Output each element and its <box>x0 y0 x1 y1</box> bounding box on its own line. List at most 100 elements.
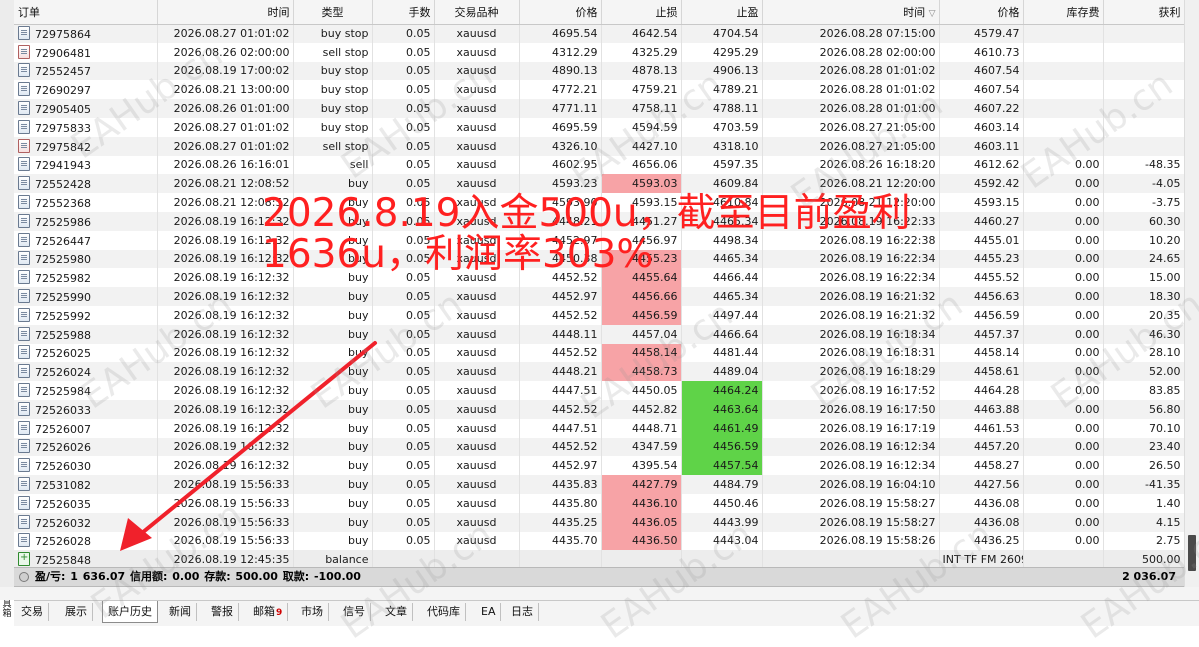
tab-0[interactable]: 交易 <box>16 603 49 621</box>
tab-5[interactable]: 邮箱9 <box>248 603 289 621</box>
table-row[interactable]: 72525984 2026.08.19 16:12:32 buy 0.05 xauusd… <box>14 381 1185 400</box>
cell-symbol: xauusd <box>434 493 520 513</box>
col-open-price-header[interactable]: 价格 <box>519 0 602 25</box>
table-row[interactable]: 72975842 2026.08.27 01:01:02 sell stop 0.05… <box>14 136 1185 156</box>
tab-3[interactable]: 新闻 <box>164 603 197 621</box>
cell-close-time: 2026.08.19 16:12:34 <box>762 456 940 476</box>
table-row[interactable]: 72531082 2026.08.19 15:56:33 buy 0.05 xauusd… <box>14 475 1185 494</box>
col-take-profit-header[interactable]: 止盈 <box>681 0 763 25</box>
cell-profit <box>1103 99 1185 118</box>
vertical-scrollbar[interactable] <box>1184 0 1199 587</box>
tab-1[interactable]: 展示 <box>60 603 93 621</box>
toolbox-strip[interactable]: 工具箱 <box>0 0 15 619</box>
order-number: 72525990 <box>35 291 91 305</box>
cell-swap: 0.00 <box>1023 531 1104 551</box>
table-row[interactable]: 72526028 2026.08.19 15:56:33 buy 0.05 xauusd… <box>14 531 1185 551</box>
cell-open-price: 4452.97 <box>519 287 602 306</box>
tab-11[interactable]: 日志 <box>506 603 539 621</box>
cell-close-price: 4436.08 <box>939 512 1024 532</box>
table-row[interactable]: 72525980 2026.08.19 16:12:32 buy 0.05 xauusd… <box>14 249 1185 269</box>
order-doc-icon <box>18 232 30 247</box>
scrollbar-thumb[interactable] <box>1188 535 1196 571</box>
tab-9[interactable]: 代码库 <box>422 603 466 621</box>
cell-order: 72525986 <box>14 211 158 231</box>
col-order-header[interactable]: 订单 <box>14 0 158 25</box>
cell-profit: 23.40 <box>1103 437 1185 457</box>
cell-open-time: 2026.08.19 16:12:32 <box>157 287 294 306</box>
order-doc-icon <box>18 26 30 41</box>
tab-4[interactable]: 警报 <box>206 603 239 621</box>
cell-stop-loss: 4427.10 <box>601 136 682 156</box>
table-row[interactable]: 72525986 2026.08.19 16:12:32 buy 0.05 xauusd… <box>14 211 1185 231</box>
cell-volume: 0.05 <box>372 324 435 344</box>
table-row[interactable]: 72525992 2026.08.19 16:12:32 buy 0.05 xauusd… <box>14 305 1185 325</box>
cell-order: 72941943 <box>14 155 158 175</box>
cell-close-time: 2026.08.26 16:18:20 <box>762 155 940 175</box>
col-type-header[interactable]: 类型 <box>293 0 373 25</box>
col-profit-header[interactable]: 获利 <box>1103 0 1185 25</box>
table-row[interactable]: 72526032 2026.08.19 15:56:33 buy 0.05 xauusd… <box>14 512 1185 532</box>
col-swap-header[interactable]: 库存费 <box>1023 0 1104 25</box>
tab-2[interactable]: 账户历史 <box>102 601 158 623</box>
tab-6[interactable]: 市场 <box>296 603 329 621</box>
cell-volume: 0.05 <box>372 399 435 419</box>
col-close-price-header[interactable]: 价格 <box>939 0 1024 25</box>
cell-close-time: 2026.08.19 16:17:52 <box>762 381 940 400</box>
table-row[interactable]: 72906481 2026.08.26 02:00:00 sell stop 0.05… <box>14 42 1185 62</box>
cell-symbol: xauusd <box>434 61 520 81</box>
table-row[interactable]: 72526007 2026.08.19 16:12:32 buy 0.05 xauusd… <box>14 418 1185 438</box>
table-row[interactable]: 72975833 2026.08.27 01:01:02 buy stop 0.05 x… <box>14 117 1185 137</box>
table-row[interactable]: 72552368 2026.08.21 12:08:52 buy 0.05 xauusd… <box>14 193 1185 212</box>
cell-open-price: 4452.52 <box>519 437 602 457</box>
order-number: 72526024 <box>35 366 91 380</box>
summary-circle-icon <box>19 572 29 582</box>
tabbar-spacer <box>0 587 1199 600</box>
cell-symbol: xauusd <box>434 193 520 212</box>
table-row[interactable]: 72526026 2026.08.19 16:12:32 buy 0.05 xauusd… <box>14 437 1185 457</box>
tab-10[interactable]: EA <box>476 603 502 621</box>
table-row[interactable]: 72526033 2026.08.19 16:12:32 buy 0.05 xauusd… <box>14 399 1185 419</box>
table-row[interactable]: 72525988 2026.08.19 16:12:32 buy 0.05 xauusd… <box>14 324 1185 344</box>
cell-open-time: 2026.08.19 15:56:33 <box>157 475 294 494</box>
cell-stop-loss: 4642.54 <box>601 24 682 43</box>
cell-close-time: 2026.08.19 15:58:27 <box>762 512 940 532</box>
col-stop-loss-header[interactable]: 止损 <box>601 0 682 25</box>
table-row[interactable]: 72526025 2026.08.19 16:12:32 buy 0.05 xauusd… <box>14 343 1185 363</box>
table-row[interactable]: 72526035 2026.08.19 15:56:33 buy 0.05 xauusd… <box>14 493 1185 513</box>
cell-swap <box>1023 99 1104 118</box>
cell-stop-loss: 4436.05 <box>601 512 682 532</box>
cell-stop-loss: 4456.66 <box>601 287 682 306</box>
table-row[interactable]: 72526447 2026.08.19 16:12:32 buy 0.05 xauusd… <box>14 230 1185 250</box>
table-row[interactable]: 72552457 2026.08.19 17:00:02 buy stop 0.05 x… <box>14 61 1185 81</box>
cell-close-time: 2026.08.19 16:18:29 <box>762 362 940 382</box>
tab-8[interactable]: 文章 <box>380 603 413 621</box>
cell-type: buy <box>293 475 373 494</box>
order-number: 72526035 <box>35 497 91 511</box>
table-row[interactable]: 72552428 2026.08.21 12:08:52 buy 0.05 xauusd… <box>14 174 1185 194</box>
order-doc-icon <box>18 101 30 116</box>
table-row[interactable]: 72690297 2026.08.21 13:00:00 buy stop 0.05 x… <box>14 80 1185 100</box>
table-row[interactable]: 72525982 2026.08.19 16:12:32 buy 0.05 xauusd… <box>14 268 1185 288</box>
col-symbol-header[interactable]: 交易品种 <box>434 0 520 25</box>
col-volume-header[interactable]: 手数 <box>372 0 435 25</box>
col-open-time-header[interactable]: 时间 <box>157 0 294 25</box>
table-row[interactable]: 72525990 2026.08.19 16:12:32 buy 0.05 xauusd… <box>14 287 1185 306</box>
table-row[interactable]: 72905405 2026.08.26 01:01:00 buy stop 0.05 x… <box>14 99 1185 118</box>
cell-order: 72975833 <box>14 117 158 137</box>
table-row[interactable]: 72526024 2026.08.19 16:12:32 buy 0.05 xauusd… <box>14 362 1185 382</box>
order-doc-icon <box>18 458 30 473</box>
cell-volume: 0.05 <box>372 155 435 175</box>
cell-order: 72526026 <box>14 437 158 457</box>
cell-order: 72526030 <box>14 456 158 476</box>
col-close-time-header[interactable]: 时间 ▽ <box>762 0 940 25</box>
cell-type: buy <box>293 418 373 438</box>
table-row[interactable]: 72975864 2026.08.27 01:01:02 buy stop 0.05 x… <box>14 24 1185 43</box>
table-row[interactable]: 72941943 2026.08.26 16:16:01 sell 0.05 xauus… <box>14 155 1185 175</box>
cell-close-time: 2026.08.19 16:22:34 <box>762 249 940 269</box>
order-number: 72526026 <box>35 441 91 455</box>
cell-open-price: 4452.97 <box>519 456 602 476</box>
order-number: 72525984 <box>35 385 91 399</box>
table-row[interactable]: 72526030 2026.08.19 16:12:32 buy 0.05 xauusd… <box>14 456 1185 476</box>
tab-7[interactable]: 信号 <box>338 603 371 621</box>
cell-close-time: 2026.08.19 16:18:34 <box>762 324 940 344</box>
